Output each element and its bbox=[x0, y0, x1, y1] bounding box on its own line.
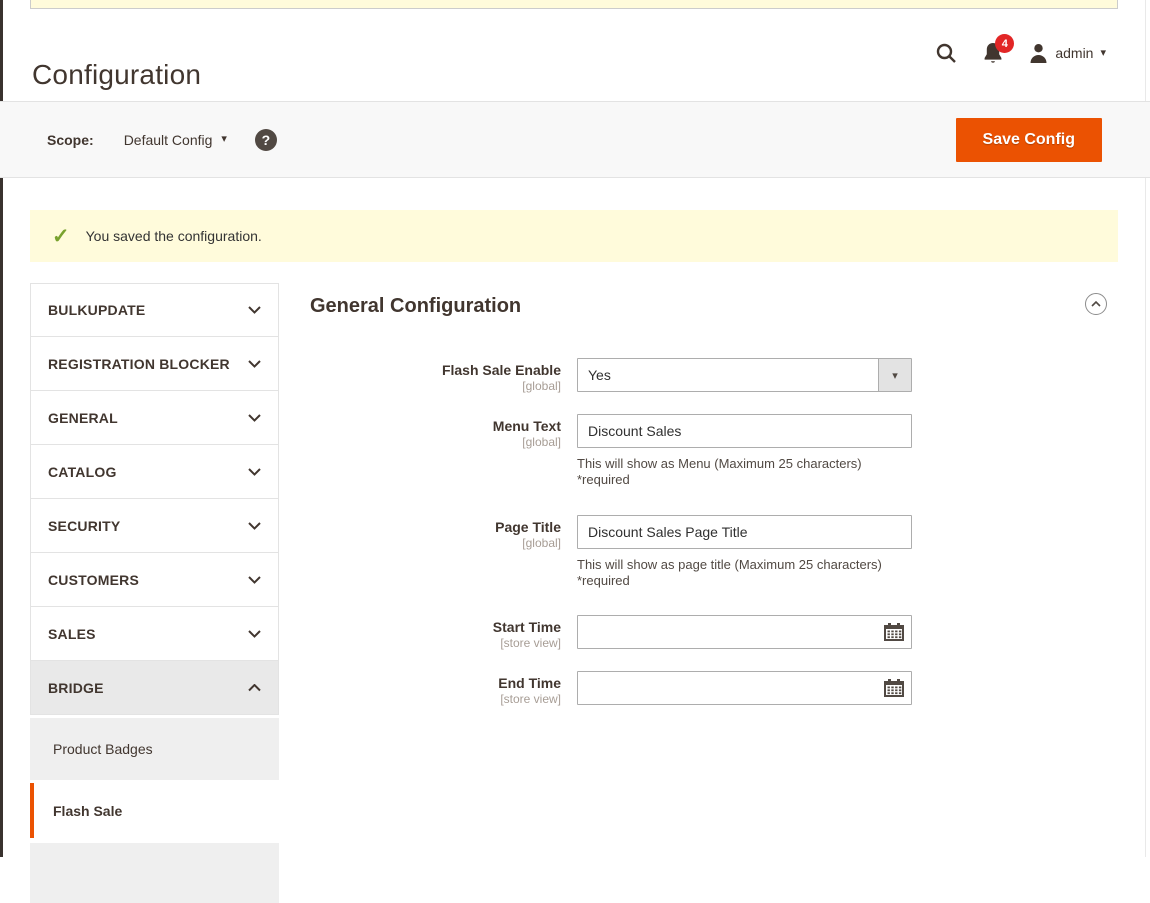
config-nav: BULKUPDATE REGISTRATION BLOCKER GENERAL … bbox=[30, 283, 279, 903]
scope-bar: Scope: Default Config ▾ ? Save Config bbox=[0, 101, 1150, 178]
chevron-down-icon bbox=[248, 630, 261, 638]
collapse-section-button[interactable] bbox=[1085, 293, 1107, 315]
chevron-down-icon bbox=[248, 414, 261, 422]
field-label: End Time bbox=[310, 675, 561, 691]
field-row-end-time: End Time [store view] bbox=[310, 671, 1118, 706]
chevron-down-icon bbox=[248, 522, 261, 530]
start-time-input[interactable] bbox=[577, 615, 912, 649]
chevron-up-icon bbox=[248, 684, 261, 692]
sidebar-item-product-badges[interactable]: Product Badges bbox=[30, 718, 279, 780]
success-message: ✓ You saved the configuration. bbox=[30, 210, 1118, 262]
field-label: Page Title bbox=[310, 519, 561, 535]
chevron-down-icon: ▾ bbox=[1100, 48, 1106, 59]
field-scope: [global] bbox=[310, 536, 561, 550]
flash-sale-enable-select[interactable]: Yes ▾ bbox=[577, 358, 912, 392]
scope-switcher[interactable]: Default Config ▾ bbox=[124, 132, 227, 148]
sidebar-section-catalog[interactable]: CATALOG bbox=[30, 445, 279, 499]
field-label: Flash Sale Enable bbox=[310, 362, 561, 378]
sidebar-section-security[interactable]: SECURITY bbox=[30, 499, 279, 553]
sidebar-section-general[interactable]: GENERAL bbox=[30, 391, 279, 445]
sidebar-section-registration-blocker[interactable]: REGISTRATION BLOCKER bbox=[30, 337, 279, 391]
end-time-input[interactable] bbox=[577, 671, 912, 705]
flash-sale-form: Flash Sale Enable [global] Yes ▾ Menu Te… bbox=[310, 358, 1118, 706]
sidebar-item-clipped[interactable] bbox=[30, 843, 279, 903]
success-message-text: You saved the configuration. bbox=[86, 228, 262, 244]
notification-count-badge[interactable]: 4 bbox=[995, 34, 1014, 53]
field-scope: [global] bbox=[310, 379, 561, 393]
select-value: Yes bbox=[588, 367, 611, 383]
field-row-page-title: Page Title [global] This will show as pa… bbox=[310, 515, 1118, 590]
check-icon: ✓ bbox=[52, 224, 70, 249]
notifications-button[interactable]: 4 bbox=[983, 42, 1003, 64]
field-scope: [global] bbox=[310, 435, 561, 449]
clipped-message-strip bbox=[30, 0, 1118, 9]
search-button[interactable] bbox=[935, 42, 957, 64]
field-label: Menu Text bbox=[310, 418, 561, 434]
sidebar-section-label: GENERAL bbox=[48, 410, 118, 426]
sidebar-section-label: CUSTOMERS bbox=[48, 572, 139, 588]
field-row-start-time: Start Time [store view] bbox=[310, 615, 1118, 650]
field-scope: [store view] bbox=[310, 636, 561, 650]
sidebar-section-label: REGISTRATION BLOCKER bbox=[48, 356, 230, 372]
field-note: This will show as Menu (Maximum 25 chara… bbox=[577, 456, 912, 489]
menu-text-input[interactable] bbox=[577, 414, 912, 448]
save-config-button[interactable]: Save Config bbox=[956, 118, 1102, 162]
admin-user-menu[interactable]: admin ▾ bbox=[1029, 43, 1106, 63]
sidebar-section-label: BRIDGE bbox=[48, 680, 104, 696]
field-row-flash-sale-enable: Flash Sale Enable [global] Yes ▾ bbox=[310, 358, 1118, 393]
sidebar-section-label: SECURITY bbox=[48, 518, 120, 534]
scope-value: Default Config bbox=[124, 132, 213, 148]
chevron-down-icon: ▾ bbox=[221, 134, 227, 145]
sidebar-section-bridge[interactable]: BRIDGE bbox=[30, 661, 279, 715]
admin-username: admin bbox=[1055, 45, 1093, 61]
calendar-icon[interactable] bbox=[884, 623, 904, 641]
chevron-down-icon bbox=[248, 306, 261, 314]
calendar-icon[interactable] bbox=[884, 679, 904, 697]
chevron-down-icon bbox=[248, 468, 261, 476]
sidebar-section-customers[interactable]: CUSTOMERS bbox=[30, 553, 279, 607]
chevron-down-icon bbox=[248, 576, 261, 584]
sidebar-item-flash-sale[interactable]: Flash Sale bbox=[30, 783, 279, 838]
header-actions: 4 admin ▾ bbox=[935, 40, 1106, 66]
field-scope: [store view] bbox=[310, 692, 561, 706]
sidebar-section-label: BULKUPDATE bbox=[48, 302, 145, 318]
panel-title: General Configuration bbox=[310, 295, 1118, 318]
page-title-input[interactable] bbox=[577, 515, 912, 549]
scope-label: Scope: bbox=[47, 132, 94, 148]
scope-help-icon[interactable]: ? bbox=[255, 129, 277, 151]
chevron-down-icon: ▾ bbox=[878, 359, 911, 391]
sidebar-section-label: CATALOG bbox=[48, 464, 117, 480]
search-icon bbox=[935, 42, 957, 64]
sidebar-section-sales[interactable]: SALES bbox=[30, 607, 279, 661]
field-note: This will show as page title (Maximum 25… bbox=[577, 557, 912, 590]
chevron-up-icon bbox=[1091, 301, 1101, 307]
general-configuration-panel: General Configuration Flash Sale Enable … bbox=[310, 283, 1118, 903]
field-row-menu-text: Menu Text [global] This will show as Men… bbox=[310, 414, 1118, 489]
sidebar-section-label: SALES bbox=[48, 626, 96, 642]
page-title: Configuration bbox=[32, 59, 201, 91]
person-icon bbox=[1029, 43, 1048, 63]
sidebar-section-bulkupdate[interactable]: BULKUPDATE bbox=[30, 283, 279, 337]
field-label: Start Time bbox=[310, 619, 561, 635]
chevron-down-icon bbox=[248, 360, 261, 368]
